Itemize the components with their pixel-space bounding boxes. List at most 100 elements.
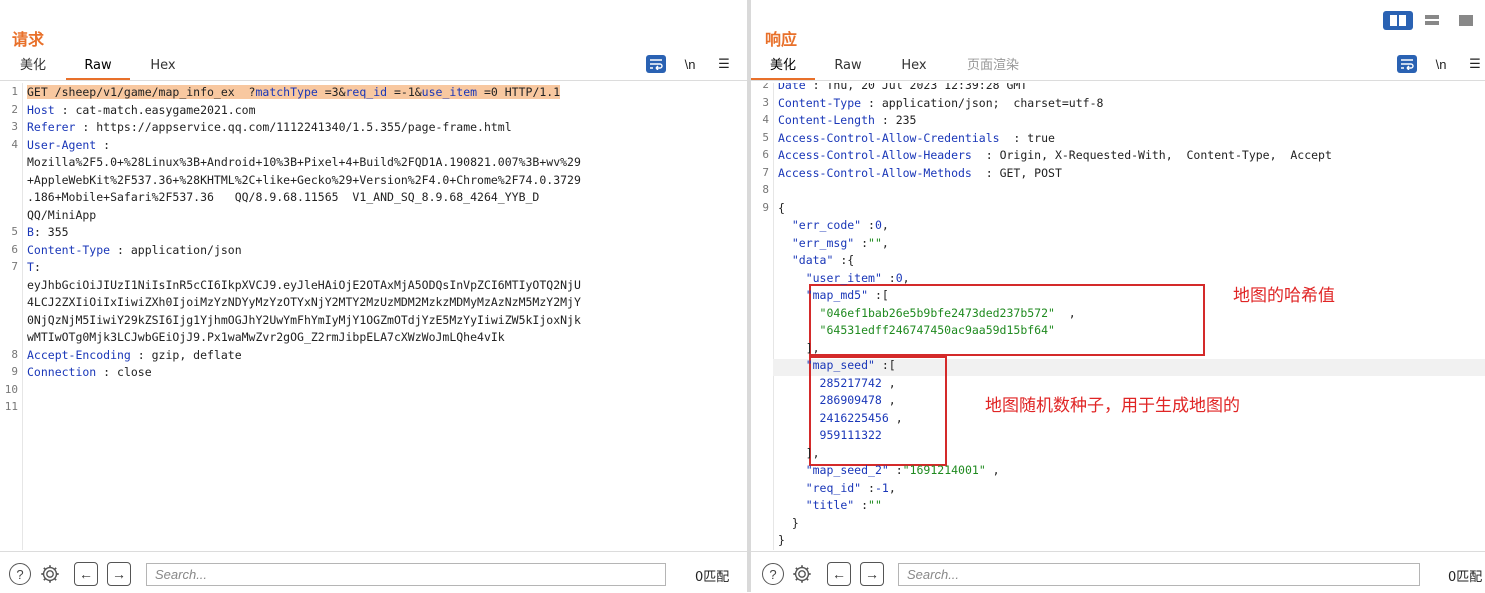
- split-vertical-icon[interactable]: [1417, 11, 1447, 30]
- code-token: 285217742: [819, 375, 882, 390]
- newline-toggle-icon[interactable]: \n: [1431, 55, 1451, 73]
- code-token: Mozilla%2F5.0+%28Linux%3B+Android+10%3B+…: [27, 155, 581, 169]
- gear-icon[interactable]: [39, 563, 61, 585]
- code-line: QQ/MiniApp: [27, 208, 96, 222]
- code-line: User-Agent :: [27, 138, 110, 152]
- line-number: 4: [762, 113, 769, 126]
- code-token: : 355: [33, 225, 69, 239]
- code-token: 2416225456: [819, 410, 889, 425]
- next-match-button[interactable]: →: [107, 562, 131, 586]
- code-line: "map_seed" :[: [778, 358, 896, 372]
- code-token: 0: [874, 218, 882, 232]
- code-line: 959111322: [778, 428, 882, 442]
- code-token: Content-Type: [778, 95, 862, 110]
- code-token: QQ/MiniApp: [27, 207, 97, 222]
- next-match-button[interactable]: →: [860, 562, 884, 586]
- request-search-input[interactable]: [146, 563, 666, 586]
- code-token: }: [778, 533, 785, 547]
- split-horizontal-icon[interactable]: [1383, 11, 1413, 30]
- tab-raw[interactable]: Raw: [815, 56, 881, 78]
- wrap-lines-icon[interactable]: [646, 55, 666, 73]
- response-editor[interactable]: 地图的哈希值 地图随机数种子，用于生成地图的 2 Date : Thu, 20 J…: [751, 83, 1485, 550]
- code-line: "req_id" :-1,: [778, 481, 896, 495]
- code-line: Mozilla%2F5.0+%28Linux%3B+Android+10%3B+…: [27, 155, 581, 169]
- code-token: "err_msg": [791, 235, 855, 250]
- code-token: : https://appservice.qq.com/1112241340/1…: [75, 120, 512, 134]
- code-line: 2416225456 ,: [778, 411, 903, 425]
- tab-hex[interactable]: Hex: [130, 56, 196, 78]
- code-token: "1691214001": [902, 463, 986, 477]
- code-line: ],: [778, 341, 820, 355]
- line-number: 11: [4, 400, 18, 413]
- menu-icon[interactable]: ☰: [1465, 55, 1485, 73]
- code-token: "err_code": [791, 218, 862, 232]
- tab-render[interactable]: 页面渲染: [947, 56, 1039, 78]
- code-token: ,: [985, 463, 1000, 477]
- gear-icon[interactable]: [791, 563, 813, 585]
- code-line: 0NjQzNjM5IiwiY29kZSI6Ijg1YjhmOGJhY2UwYmF…: [27, 313, 581, 327]
- code-token: : cat-match.easygame2021.com: [54, 102, 256, 117]
- line-number: 9: [762, 200, 769, 214]
- code-token: Referer: [27, 120, 76, 134]
- code-token: T: [27, 260, 34, 274]
- request-editor[interactable]: 1 GET /sheep/v1/game/map_info_ex ?matchTy…: [0, 83, 747, 550]
- help-icon[interactable]: ?: [762, 563, 784, 585]
- code-token: }: [778, 515, 799, 530]
- code-line: "map_seed_2" :"1691214001" ,: [778, 463, 1000, 477]
- line-number: 5: [762, 130, 769, 144]
- code-token: "map_seed": [805, 358, 875, 372]
- code-token: Access-Control-Allow-Headers: [778, 148, 972, 162]
- tab-pretty[interactable]: 美化: [751, 56, 815, 80]
- tab-hex[interactable]: Hex: [881, 56, 947, 78]
- help-icon[interactable]: ?: [9, 563, 31, 585]
- code-token: =0 HTTP/1.1: [477, 85, 561, 99]
- code-token: :: [861, 480, 875, 495]
- code-token: 0: [895, 270, 903, 285]
- code-token: "title": [805, 498, 855, 512]
- tab-raw[interactable]: Raw: [66, 56, 130, 80]
- newline-toggle-icon[interactable]: \n: [680, 55, 700, 73]
- response-search-input[interactable]: [898, 563, 1420, 586]
- line-number: 7: [762, 165, 769, 179]
- code-line: Connection : close: [27, 365, 152, 379]
- request-tabs: 美化 Raw Hex: [0, 56, 196, 80]
- line-number: 6: [11, 242, 18, 256]
- tab-pretty[interactable]: 美化: [0, 56, 66, 78]
- code-token: ,: [881, 375, 896, 390]
- line-number: 3: [11, 120, 18, 133]
- code-token: ,: [888, 410, 903, 425]
- code-line: "64531edff246747450ac9aa59d15bf64": [778, 323, 1055, 337]
- prev-match-button[interactable]: ←: [827, 562, 851, 586]
- code-line: "map_md5" :[: [778, 288, 889, 302]
- menu-icon[interactable]: ☰: [714, 55, 734, 73]
- code-token: :: [881, 270, 896, 285]
- code-token: Access-Control-Allow-Methods: [778, 165, 972, 180]
- wrap-lines-icon[interactable]: [1397, 55, 1417, 73]
- code-line: "user_item" :0,: [778, 271, 910, 285]
- code-token: +AppleWebKit%2F537.36+%28KHTML%2C+like+G…: [27, 172, 581, 187]
- code-line: Date : Thu, 20 Jul 2023 12:39:28 GMT: [778, 83, 1027, 92]
- code-token: ,: [902, 270, 910, 285]
- request-panel: 请求 美化 Raw Hex \n ☰ 1 GET /sheep/v1/game/m…: [0, 0, 747, 592]
- line-number: 5: [11, 225, 18, 238]
- prev-match-button[interactable]: ←: [74, 562, 98, 586]
- code-line: 4LCJ2ZXIiOiIxIiwiZXh0IjoiMzYzNDYyMzYzOTY…: [27, 295, 581, 309]
- code-line: Access-Control-Allow-Credentials : true: [778, 131, 1055, 145]
- code-token: User-Agent: [27, 137, 97, 152]
- response-editor-tools: \n ☰: [1397, 55, 1485, 73]
- single-view-icon[interactable]: [1451, 11, 1481, 30]
- code-token: :[: [868, 288, 889, 302]
- code-token: : application/json: [110, 242, 242, 257]
